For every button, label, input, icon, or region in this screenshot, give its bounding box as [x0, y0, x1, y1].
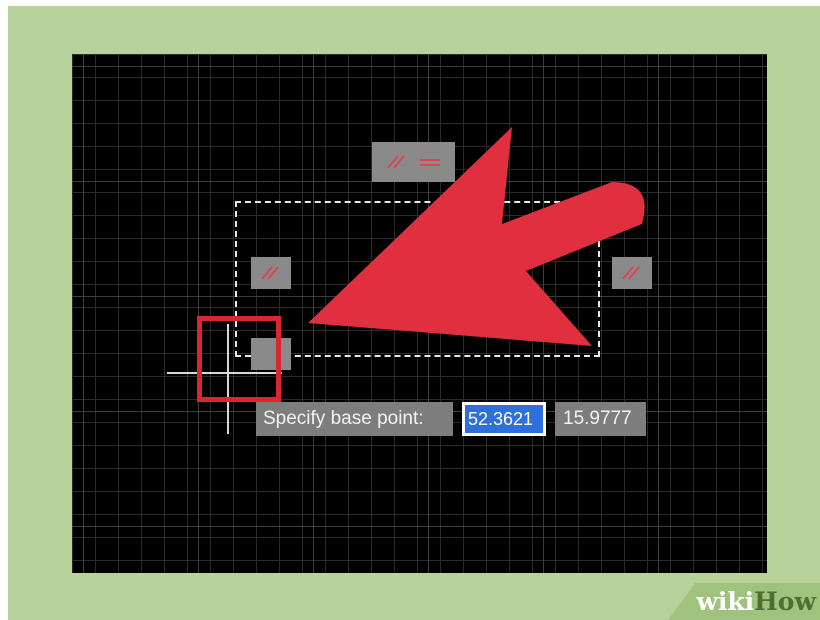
logo-part-how: How — [754, 587, 816, 616]
left-border — [0, 0, 8, 620]
drawing-canvas[interactable]: Specify base point: 52.3621 15.9777 — [72, 54, 767, 573]
logo-part-wiki: wiki — [696, 587, 755, 616]
wikihow-logo: wiki How — [668, 583, 820, 620]
pointer-arrow-icon — [308, 127, 645, 346]
x-coordinate-value: 52.3621 — [465, 405, 543, 433]
x-coordinate-input[interactable]: 52.3621 — [462, 402, 546, 436]
top-border — [0, 0, 820, 6]
y-coordinate-input[interactable]: 15.9777 — [555, 402, 646, 436]
command-prompt-label: Specify base point: — [256, 402, 453, 436]
